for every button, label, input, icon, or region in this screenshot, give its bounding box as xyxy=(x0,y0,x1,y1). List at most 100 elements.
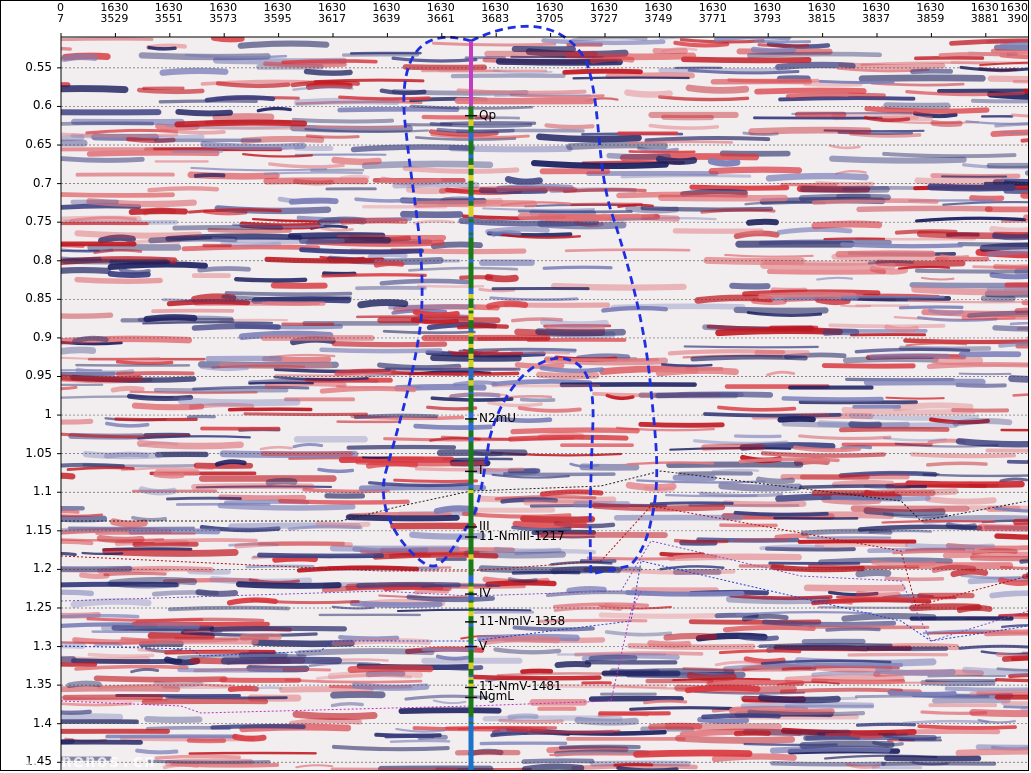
y-tick-label: 1.05 xyxy=(25,445,52,460)
well-log-segment xyxy=(468,611,474,617)
x-tick-label: 1630 3705 xyxy=(527,2,573,24)
x-tick-label: 07 xyxy=(57,2,67,24)
x-tick-line2: 3705 xyxy=(535,12,564,25)
x-tick-line2: 3595 xyxy=(263,12,292,25)
y-tick-label: 0.8 xyxy=(32,252,52,267)
well-log-segment xyxy=(468,575,474,579)
well-log-segment xyxy=(468,595,474,601)
well-log-segment xyxy=(468,307,474,311)
y-tick-label: 0.85 xyxy=(25,291,52,306)
x-tick-line2: 3529 xyxy=(100,12,129,25)
x-tick-line2: 3727 xyxy=(590,12,618,25)
well-log-segment xyxy=(468,623,474,627)
well-log-segment xyxy=(468,119,474,127)
well-log-segment xyxy=(468,353,474,359)
x-tick-label: 1630 3551 xyxy=(146,2,192,24)
well-log-segment xyxy=(468,436,474,442)
x-tick-label: 1630 3661 xyxy=(418,2,464,24)
x-tick-label: 1630 390 xyxy=(982,2,1028,24)
well-log-segment xyxy=(468,313,474,321)
well-log-segment xyxy=(468,154,474,159)
well-log-segment xyxy=(468,484,474,489)
x-tick-label: 1630 3529 xyxy=(91,2,137,24)
well-log-segment xyxy=(468,328,474,332)
well-marker-label[interactable]: 11-NmIII-1217 xyxy=(479,529,565,543)
well-log-segment xyxy=(468,425,474,431)
well-marker-label[interactable]: 11-NmIV-1358 xyxy=(479,614,565,628)
well-log-segment xyxy=(468,195,474,202)
y-tick-label: 0.6 xyxy=(32,98,52,113)
well-log-segment xyxy=(468,555,474,559)
well-log-segment xyxy=(468,288,474,295)
well-log-segment xyxy=(468,380,474,386)
y-tick-label: 0.9 xyxy=(32,329,52,344)
well-log-segment xyxy=(468,132,474,138)
y-tick-label: 1 xyxy=(44,407,52,422)
x-tick-line2: 3683 xyxy=(481,12,510,25)
well-log-segment xyxy=(468,343,474,348)
well-log-segment xyxy=(468,332,474,337)
well-log-segment xyxy=(468,375,474,379)
well-marker-label[interactable]: I xyxy=(479,463,483,477)
x-tick-label: 1630 3573 xyxy=(200,2,246,24)
well-log-segment xyxy=(468,665,474,669)
well-marker-label[interactable]: Qp xyxy=(479,108,496,122)
y-tick-label: 0.55 xyxy=(25,59,52,74)
x-tick-label: 1630 3771 xyxy=(690,2,736,24)
y-tick-label: 0.75 xyxy=(25,214,52,229)
well-log-segment xyxy=(468,222,474,230)
x-tick-line2: 3661 xyxy=(426,12,455,25)
x-tick-label: 1630 3859 xyxy=(907,2,953,24)
well-log-segment xyxy=(468,361,474,368)
x-tick-line2: 3573 xyxy=(209,12,238,25)
x-tick-line2: 390 xyxy=(1007,12,1028,25)
well-marker-label[interactable]: NgmL xyxy=(479,689,514,703)
seismic-section[interactable] xyxy=(1,1,1030,772)
well-track-bottom xyxy=(468,723,474,770)
well-log-segment xyxy=(468,137,474,141)
well-marker-label[interactable]: V xyxy=(479,639,487,653)
well-log-segment xyxy=(468,259,474,263)
well-log-segment xyxy=(468,368,474,376)
y-tick-label: 0.95 xyxy=(25,368,52,383)
x-tick-label: 1630 3727 xyxy=(581,2,627,24)
well-log-segment xyxy=(468,212,474,217)
well-log-segment xyxy=(468,490,474,494)
watermark: www.cnenos.cn xyxy=(2,751,156,772)
x-tick-line2: 3639 xyxy=(372,12,401,25)
x-tick-line2: 3793 xyxy=(753,12,782,25)
x-tick-label: 1630 3793 xyxy=(744,2,790,24)
x-tick-line2: 3859 xyxy=(916,12,945,25)
well-marker-label[interactable]: IV xyxy=(479,586,491,600)
well-marker-label[interactable]: N2mU xyxy=(479,411,516,425)
seismic-section-view xyxy=(0,0,1029,771)
y-tick-label: 1.2 xyxy=(32,561,52,576)
well-track-top xyxy=(469,41,473,107)
well-log-segment xyxy=(468,683,474,688)
y-tick-label: 1.15 xyxy=(25,522,52,537)
well-log-segment xyxy=(468,294,474,299)
well-log-segment xyxy=(468,234,474,238)
x-tick-line2: 3837 xyxy=(862,12,890,25)
well-log-segment xyxy=(468,216,474,220)
x-tick-label: 1630 3815 xyxy=(799,2,845,24)
x-tick-label: 1630 3595 xyxy=(255,2,301,24)
x-tick-line2: 7 xyxy=(57,12,64,25)
x-tick-label: 1630 3617 xyxy=(309,2,355,24)
y-tick-label: 1.35 xyxy=(25,677,52,692)
x-tick-line2: 3749 xyxy=(644,12,673,25)
y-tick-label: 0.7 xyxy=(32,175,52,190)
x-tick-line2: 3551 xyxy=(154,12,183,25)
y-tick-label: 1.1 xyxy=(32,484,52,499)
well-log-segment xyxy=(468,586,474,592)
x-tick-label: 1630 3749 xyxy=(635,2,681,24)
x-tick-line2: 3815 xyxy=(807,12,836,25)
x-tick-line2: 3771 xyxy=(698,12,727,25)
x-tick-label: 1630 3639 xyxy=(363,2,409,24)
y-tick-label: 0.65 xyxy=(25,137,52,152)
y-tick-label: 1.25 xyxy=(25,599,52,614)
well-log-segment xyxy=(468,391,474,395)
well-log-segment xyxy=(468,602,474,608)
x-tick-line2: 3617 xyxy=(318,12,346,25)
well-log-segment xyxy=(468,175,474,181)
